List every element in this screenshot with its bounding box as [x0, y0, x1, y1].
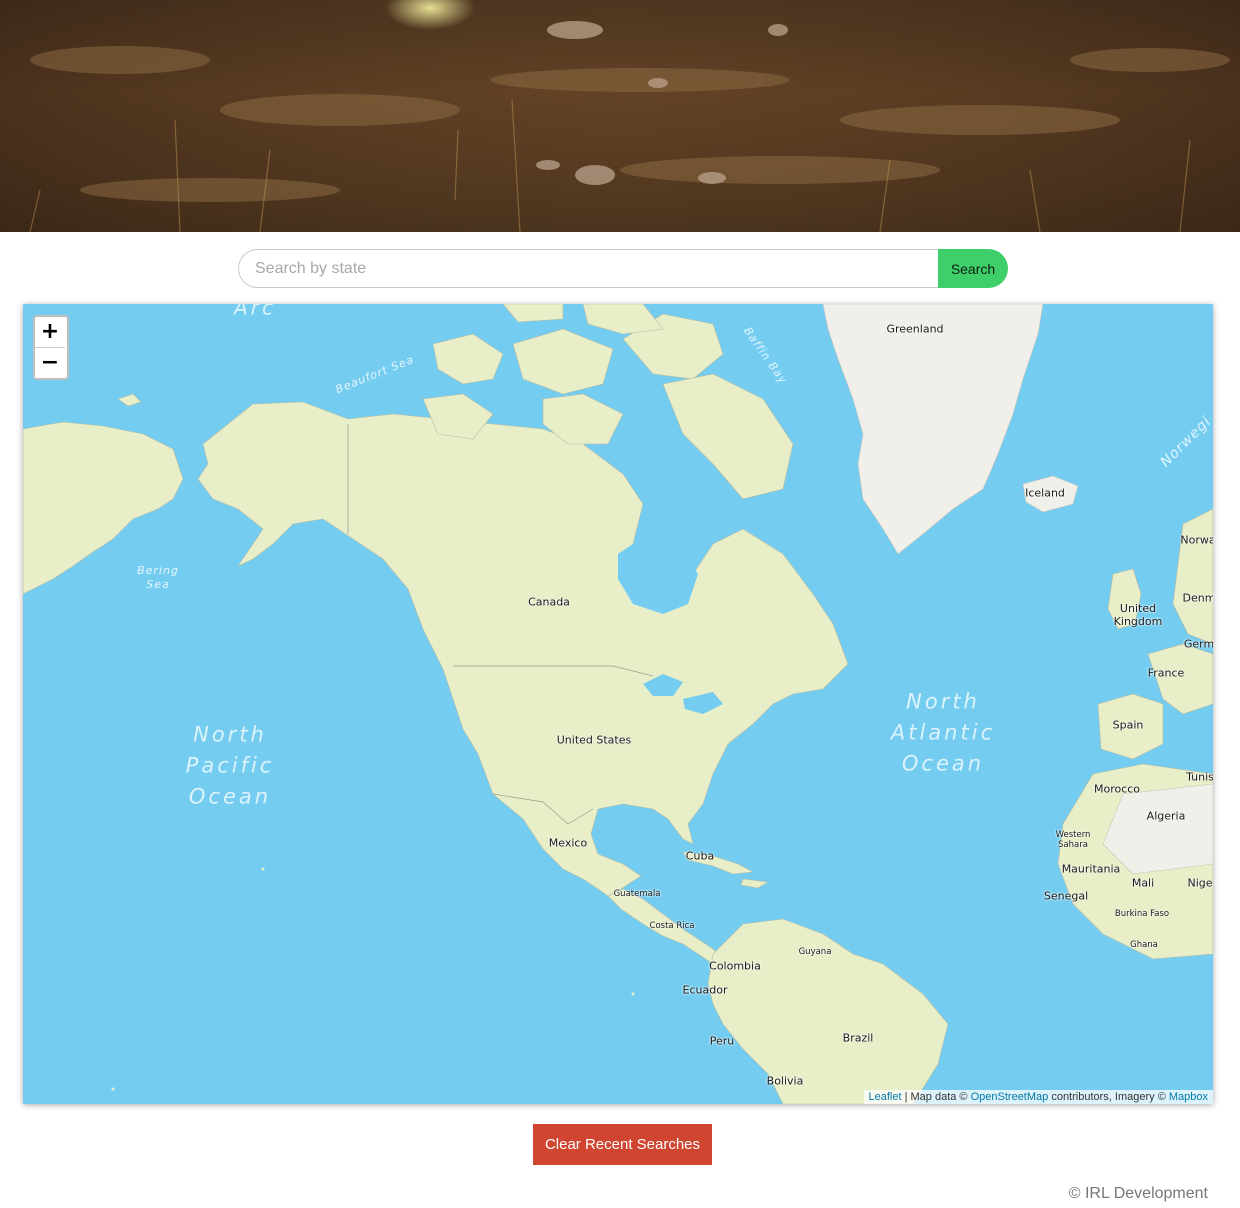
map-label-mauritania: Mauritania	[1061, 862, 1121, 876]
hero-grass-photo	[0, 0, 1240, 232]
map-label-iceland: Iceland	[1025, 486, 1065, 500]
map-label-ghana: Ghana	[1130, 940, 1158, 950]
map-attribution: Leaflet | Map data © OpenStreetMap contr…	[863, 1090, 1213, 1104]
zoom-control: + −	[33, 315, 69, 380]
map-label-cuba: Cuba	[685, 849, 715, 863]
map-label-colombia: Colombia	[709, 959, 761, 973]
map-container[interactable]: North Pacific Ocean North Atlantic Ocean…	[23, 304, 1213, 1104]
map-label-burkina-faso: Burkina Faso	[1114, 909, 1170, 919]
map-label-greenland: Greenland	[886, 322, 944, 336]
map-label-senegal: Senegal	[1043, 889, 1089, 903]
map-label-denmark: Denm	[1182, 591, 1213, 605]
search-bar: Search	[238, 249, 1008, 288]
map-label-ecuador: Ecuador	[682, 983, 728, 997]
bering-sea-label: Bering Sea	[137, 564, 179, 591]
map-label-united-kingdom: United Kingdom	[1113, 602, 1163, 628]
zoom-out-button[interactable]: −	[35, 347, 65, 378]
map-label-bolivia: Bolivia	[766, 1074, 804, 1088]
map-label-morocco: Morocco	[1093, 782, 1141, 796]
map-tiles	[23, 304, 1213, 1104]
north-pacific-ocean-label: North Pacific Ocean	[185, 722, 275, 809]
map-label-brazil: Brazil	[842, 1031, 874, 1045]
zoom-in-button[interactable]: +	[35, 317, 65, 347]
map-label-germany: Germ	[1183, 637, 1213, 651]
leaflet-link[interactable]: Leaflet	[869, 1091, 902, 1103]
map-label-guatemala: Guatemala	[613, 889, 661, 899]
map-label-niger: Nige	[1187, 876, 1213, 890]
map-label-france: France	[1147, 666, 1185, 680]
map-label-mexico: Mexico	[548, 836, 588, 850]
arctic-ocean-label: Arc	[234, 304, 276, 320]
map-label-western-sahara: Western Sahara	[1055, 830, 1091, 850]
map-label-united-states: United States	[556, 733, 632, 747]
map-label-algeria: Algeria	[1146, 809, 1186, 823]
attribution-imagery-text: contributors, Imagery ©	[1048, 1091, 1169, 1103]
map-label-canada: Canada	[528, 595, 570, 609]
mapbox-link[interactable]: Mapbox	[1169, 1091, 1208, 1103]
map-label-peru: Peru	[709, 1034, 735, 1048]
search-button[interactable]: Search	[938, 249, 1008, 288]
clear-recent-searches-button[interactable]: Clear Recent Searches	[533, 1124, 712, 1165]
map-label-guyana: Guyana	[798, 947, 832, 957]
map-label-tunisia: Tunis	[1186, 770, 1213, 784]
attribution-map-data-text: | Map data ©	[901, 1091, 971, 1103]
map-label-spain: Spain	[1112, 718, 1144, 732]
footer-copyright: © IRL Development	[1068, 1185, 1208, 1202]
map-label-mali: Mali	[1131, 876, 1155, 890]
hero-banner-image	[0, 0, 1240, 232]
openstreetmap-link[interactable]: OpenStreetMap	[971, 1091, 1049, 1103]
map-label-norway: Norwa	[1180, 533, 1213, 547]
search-input[interactable]	[238, 249, 938, 288]
map-label-costa-rica: Costa Rica	[649, 921, 695, 931]
north-atlantic-ocean-label: North Atlantic Ocean	[890, 689, 996, 776]
